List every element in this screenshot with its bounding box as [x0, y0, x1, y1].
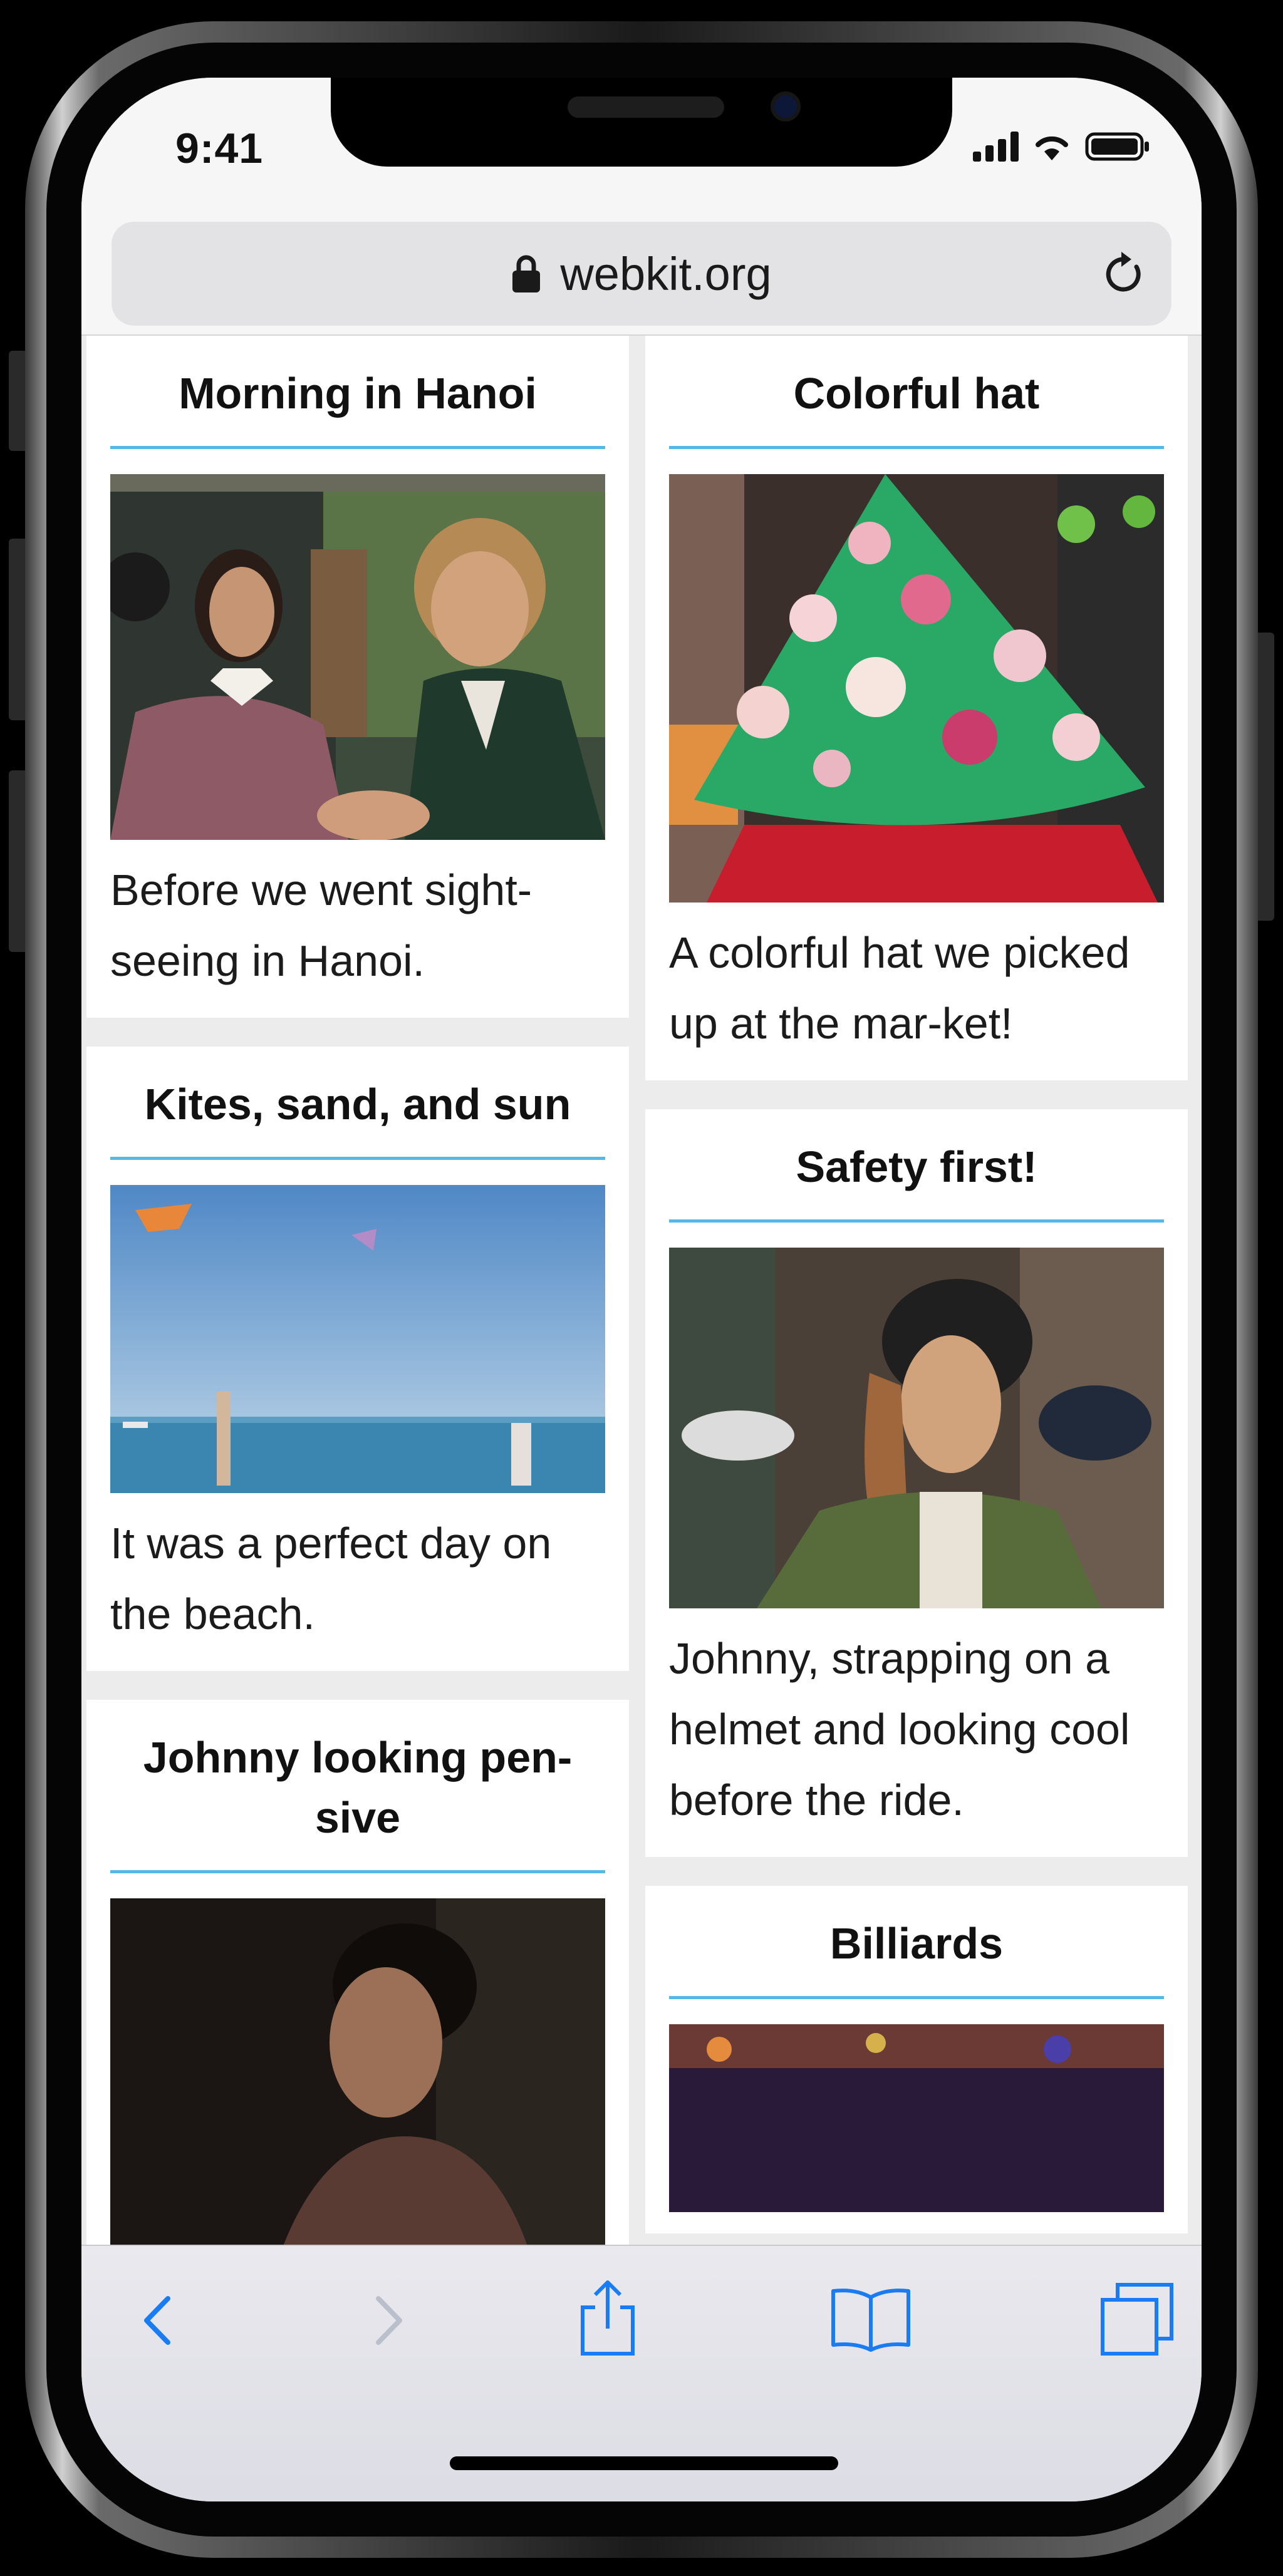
left-column: Morning in Hanoi Before we went sight-se… [86, 336, 629, 2324]
address-bar-area: webkit.org [81, 203, 1202, 336]
photo-kites-sand-and-sun [110, 1185, 605, 1493]
cellular-signal-icon [973, 132, 1019, 162]
card-caption: Johnny, strapping on a helmet and lookin… [669, 1634, 1130, 1824]
wifi-icon [1036, 136, 1068, 160]
right-column: Colorful hat A colorful hat we picked up… [645, 336, 1188, 2262]
card-caption: Before we went sight-seeing in Hanoi. [110, 866, 532, 985]
address-bar-center: webkit.org [112, 222, 1171, 326]
photo-colorful-hat [669, 474, 1164, 903]
card-title: Morning in Hanoi [110, 336, 605, 449]
card-caption: A colorful hat we picked up at the mar-k… [669, 928, 1130, 1048]
reload-icon[interactable] [1100, 248, 1148, 298]
photo-safety-first [669, 1248, 1164, 1608]
battery-icon [1085, 132, 1149, 161]
status-icons [973, 132, 1150, 162]
lock-icon [512, 255, 541, 292]
card-johnny-looking-pensive: Johnny looking pen-sive [86, 1700, 629, 2295]
address-bar[interactable]: webkit.org [112, 222, 1171, 326]
card-morning-in-hanoi: Morning in Hanoi Before we went sight-se… [86, 336, 629, 1018]
bookmarks-icon[interactable] [827, 2285, 915, 2354]
card-billiards: Billiards [645, 1886, 1188, 2233]
phone-frame: 9:41 webkit.org Morning in Hanoi Before … [25, 21, 1258, 2558]
forward-icon[interactable] [357, 2286, 420, 2355]
card-title: Colorful hat [669, 336, 1164, 449]
photo-billiards [669, 2024, 1164, 2212]
card-caption: It was a perfect day on the beach. [110, 1519, 552, 1638]
bottom-toolbar [81, 2245, 1202, 2501]
share-icon[interactable] [570, 2277, 645, 2359]
notch [331, 78, 952, 167]
power-button [1255, 633, 1274, 921]
tabs-icon[interactable] [1096, 2279, 1178, 2360]
photo-johnny-looking-pensive [110, 1898, 605, 2274]
card-colorful-hat: Colorful hat A colorful hat we picked up… [645, 336, 1188, 1080]
card-title: Kites, sand, and sun [110, 1047, 605, 1160]
card-title: Johnny looking pen-sive [110, 1700, 605, 1873]
back-icon[interactable] [127, 2286, 189, 2355]
card-safety-first: Safety first! Johnny, strapping on a hel… [645, 1109, 1188, 1857]
status-time: 9:41 [175, 125, 264, 172]
card-title: Billiards [669, 1886, 1164, 1999]
card-kites-sand-and-sun: Kites, sand, and sun It was a perfect da… [86, 1047, 629, 1671]
card-title: Safety first! [669, 1109, 1164, 1223]
phone-bezel: 9:41 webkit.org Morning in Hanoi Before … [46, 43, 1237, 2537]
photo-morning-in-hanoi [110, 474, 605, 840]
front-camera [771, 91, 801, 122]
page-content[interactable]: Morning in Hanoi Before we went sight-se… [81, 336, 1202, 2365]
speaker-grille [568, 96, 724, 118]
url-text: webkit.org [560, 247, 772, 300]
screen: 9:41 webkit.org Morning in Hanoi Before … [81, 78, 1202, 2501]
home-indicator[interactable] [450, 2456, 838, 2470]
